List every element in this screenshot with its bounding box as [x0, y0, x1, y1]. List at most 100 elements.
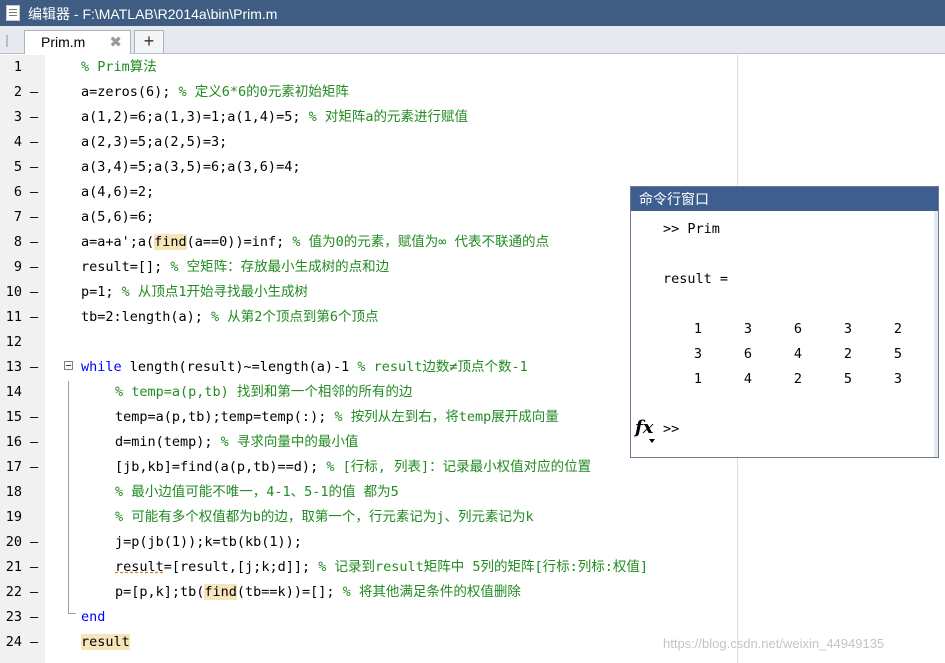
- command-window-scrollbar[interactable]: [934, 211, 938, 457]
- code-line[interactable]: 5 — a(3,4)=5;a(3,5)=6;a(3,6)=4;: [0, 155, 737, 180]
- fold-toggle-icon[interactable]: [64, 361, 73, 370]
- line-number[interactable]: 15: [0, 405, 22, 430]
- code-line[interactable]: 8 — a=a+a';a(find(a==0))=inf; % 值为0的元素，赋值为…: [0, 230, 737, 255]
- code-text: a(5,6)=6;: [81, 205, 154, 230]
- code-text: while length(result)~=length(a)-1 % resu…: [81, 355, 528, 380]
- line-number[interactable]: 16: [0, 430, 22, 455]
- code-line[interactable]: 18 % 最小边值可能不唯一，4-1、5-1的值 都为5: [0, 480, 737, 505]
- code-text: a(1,2)=6;a(1,3)=1;a(1,4)=5; % 对矩阵a的元素进行赋…: [81, 105, 468, 130]
- code-line[interactable]: 17 — [jb,kb]=find(a(p,tb)==d); % [行标, 列表]：…: [0, 455, 737, 480]
- code-text: d=min(temp); % 寻求向量中的最小值: [115, 430, 358, 455]
- breakpoint-marker[interactable]: —: [30, 280, 38, 305]
- line-number[interactable]: 18: [0, 480, 22, 505]
- breakpoint-marker[interactable]: —: [30, 580, 38, 605]
- breakpoint-marker[interactable]: —: [30, 355, 38, 380]
- breakpoint-marker[interactable]: —: [30, 430, 38, 455]
- matrix-cell: 4: [743, 371, 752, 387]
- line-number[interactable]: 9: [0, 255, 22, 280]
- code-token: a(2,3)=5;a(2,5)=3;: [81, 134, 228, 150]
- breakpoint-marker[interactable]: —: [30, 205, 38, 230]
- code-line[interactable]: 22 — p=[p,k];tb(find(tb==k))=[]; % 将其他满足条件…: [0, 580, 737, 605]
- chevron-down-icon: [649, 439, 655, 443]
- breakpoint-marker[interactable]: —: [30, 230, 38, 255]
- line-number[interactable]: 4: [0, 130, 22, 155]
- line-number[interactable]: 17: [0, 455, 22, 480]
- breakpoint-marker[interactable]: —: [30, 105, 38, 130]
- breakpoint-marker[interactable]: —: [30, 630, 38, 655]
- code-comment: % 可能有多个权值都为b的边，取第一个，行元素记为j、列元素记为k: [115, 509, 534, 525]
- code-comment: % result边数≠顶点个数-1: [357, 359, 528, 375]
- line-number[interactable]: 23: [0, 605, 22, 630]
- code-token: [jb,kb]=find(a(p,tb)==d);: [115, 459, 327, 475]
- code-text: end: [81, 605, 105, 630]
- code-line[interactable]: 23 — end: [0, 605, 737, 630]
- breakpoint-marker[interactable]: —: [30, 305, 38, 330]
- code-line[interactable]: 13 — while length(result)~=length(a)-1 % r…: [0, 355, 737, 380]
- line-number[interactable]: 13: [0, 355, 22, 380]
- code-line[interactable]: 9 — result=[]; % 空矩阵：存放最小生成树的点和边: [0, 255, 737, 280]
- code-comment: % [行标, 列表]：记录最小权值对应的位置: [326, 459, 592, 475]
- code-line[interactable]: 16 — d=min(temp); % 寻求向量中的最小值: [0, 430, 737, 455]
- line-number[interactable]: 10: [0, 280, 22, 305]
- code-line[interactable]: 15 — temp=a(p,tb);temp=temp(:); % 按列从左到右，将…: [0, 405, 737, 430]
- line-number[interactable]: 7: [0, 205, 22, 230]
- breakpoint-marker[interactable]: —: [30, 180, 38, 205]
- command-history-line: >> Prim: [663, 221, 720, 237]
- close-icon[interactable]: ✖: [109, 33, 122, 51]
- code-line[interactable]: 2 — a=zeros(6); % 定义6*6的0元素初始矩阵: [0, 80, 737, 105]
- code-token: a(4,6)=2;: [81, 184, 155, 200]
- line-number[interactable]: 21: [0, 555, 22, 580]
- breakpoint-marker[interactable]: —: [30, 255, 38, 280]
- code-editor[interactable]: 1 % Prim算法 2 — a=zeros(6); % 定义6*6的0元素初始矩阵 3 —…: [0, 55, 945, 663]
- line-number[interactable]: 12: [0, 330, 22, 355]
- breakpoint-marker[interactable]: —: [30, 80, 38, 105]
- command-window[interactable]: 命令行窗口 >> Prim result = 1 3 6 3 2 3 6 4 2 5 1 4 2 5 3 f…: [630, 186, 939, 458]
- code-text: a=a+a';a(find(a==0))=inf; % 值为0的元素，赋值为∞ …: [81, 230, 549, 255]
- code-line[interactable]: 12: [0, 330, 737, 355]
- line-number[interactable]: 3: [0, 105, 22, 130]
- line-number[interactable]: 20: [0, 530, 22, 555]
- code-line[interactable]: 10 — p=1; % 从顶点1开始寻找最小生成树: [0, 280, 737, 305]
- line-number[interactable]: 14: [0, 380, 22, 405]
- watermark: https://blog.csdn.net/weixin_44949135: [663, 636, 885, 651]
- tab-bar-grip[interactable]: [6, 35, 8, 47]
- code-line[interactable]: 4 — a(2,3)=5;a(2,5)=3;: [0, 130, 737, 155]
- code-line[interactable]: 6 — a(4,6)=2;: [0, 180, 737, 205]
- code-text: j=p(jb(1));k=tb(kb(1));: [115, 530, 302, 555]
- code-line[interactable]: 14 % temp=a(p,tb) 找到和第一个相邻的所有的边: [0, 380, 737, 405]
- code-text: result=[result,[j;k;d]]; % 记录到result矩阵中 …: [115, 555, 648, 580]
- breakpoint-marker[interactable]: —: [30, 605, 38, 630]
- matrix-cell: 4: [793, 346, 802, 362]
- breakpoint-marker[interactable]: —: [30, 155, 38, 180]
- breakpoint-marker[interactable]: —: [30, 555, 38, 580]
- tab-prim-m[interactable]: Prim.m ✖: [24, 30, 131, 54]
- code-text: a(2,3)=5;a(2,5)=3;: [81, 130, 227, 155]
- breakpoint-marker[interactable]: —: [30, 405, 38, 430]
- code-line[interactable]: 19 % 可能有多个权值都为b的边，取第一个，行元素记为j、列元素记为k: [0, 505, 737, 530]
- command-prompt[interactable]: >>: [663, 421, 679, 437]
- code-line[interactable]: 24 — result: [0, 630, 737, 655]
- line-number[interactable]: 22: [0, 580, 22, 605]
- code-line[interactable]: 3 — a(1,2)=6;a(1,3)=1;a(1,4)=5; % 对矩阵a的元素进…: [0, 105, 737, 130]
- code-line[interactable]: 21 — result=[result,[j;k;d]]; % 记录到result矩…: [0, 555, 737, 580]
- line-number[interactable]: 11: [0, 305, 22, 330]
- line-number[interactable]: 1: [0, 55, 22, 80]
- code-line[interactable]: 7 — a(5,6)=6;: [0, 205, 737, 230]
- breakpoint-marker[interactable]: —: [30, 455, 38, 480]
- line-number[interactable]: 8: [0, 230, 22, 255]
- code-line[interactable]: 11 — tb=2:length(a); % 从第2个顶点到第6个顶点: [0, 305, 737, 330]
- code-line[interactable]: 1 % Prim算法: [0, 55, 737, 80]
- code-comment: % 对矩阵a的元素进行赋值: [308, 109, 468, 125]
- breakpoint-marker[interactable]: —: [30, 130, 38, 155]
- matrix-row: 3 6 4 2 5: [679, 346, 939, 366]
- function-browser-icon[interactable]: fx: [635, 417, 653, 438]
- line-number[interactable]: 19: [0, 505, 22, 530]
- code-line[interactable]: 20 — j=p(jb(1));k=tb(kb(1));: [0, 530, 737, 555]
- line-number[interactable]: 2: [0, 80, 22, 105]
- add-tab-button[interactable]: +: [134, 30, 164, 53]
- line-number[interactable]: 6: [0, 180, 22, 205]
- breakpoint-marker[interactable]: —: [30, 530, 38, 555]
- line-number[interactable]: 24: [0, 630, 22, 655]
- line-number[interactable]: 5: [0, 155, 22, 180]
- command-window-title: 命令行窗口: [631, 187, 938, 211]
